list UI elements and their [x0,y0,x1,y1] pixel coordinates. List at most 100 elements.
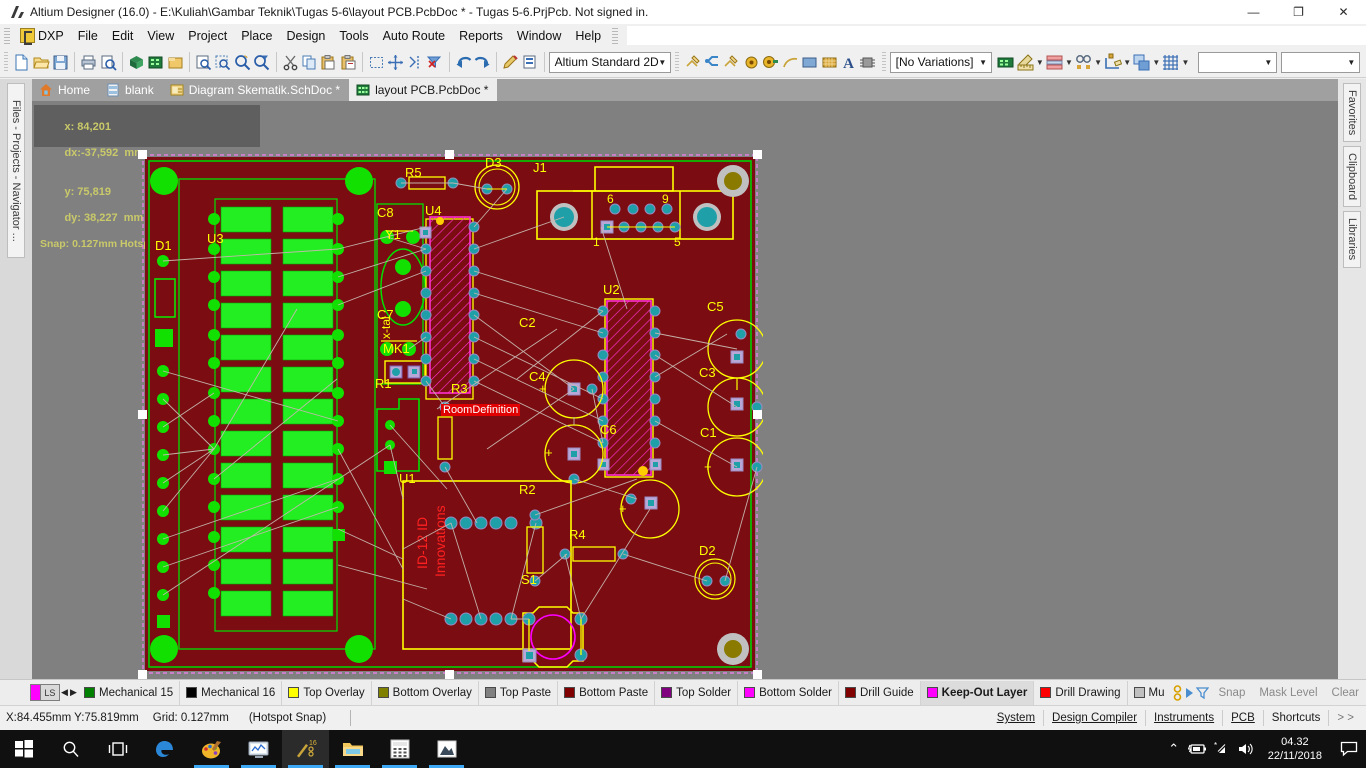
zoom-area-icon[interactable] [213,50,232,74]
paint-button[interactable] [188,730,235,768]
clear-filter-icon[interactable] [425,50,444,74]
doc-tab-home[interactable]: Home [32,79,100,101]
layer-tab-bottom-paste[interactable]: Bottom Paste [558,680,656,705]
paste-special-icon[interactable] [339,50,358,74]
layer-clear-button[interactable]: Clear [1325,687,1366,699]
status-button-instruments[interactable]: Instruments [1146,710,1224,726]
open-project-icon[interactable] [127,50,146,74]
design-rules-dropdown-caret[interactable]: ▼ [1093,51,1103,73]
panel-tab-libraries[interactable]: Libraries [1343,211,1361,268]
zoom-in-icon[interactable] [233,50,252,74]
cross-probe-icon[interactable] [501,50,520,74]
room-definition-label[interactable]: RoomDefinition [441,404,521,416]
layer-tab-mechanical-16[interactable]: Mechanical 16 [180,680,283,705]
menu-item-reports[interactable]: Reports [452,27,510,45]
view-config-combo[interactable]: Altium Standard 2D ▼ [548,51,672,73]
zoom-document-icon[interactable] [194,50,213,74]
move-icon[interactable] [386,50,405,74]
doc-tab-blank[interactable]: blank [99,79,163,101]
pcb-board-icon[interactable] [996,50,1015,74]
place-fill-icon[interactable] [800,50,819,74]
browse-component-icon[interactable] [520,50,539,74]
layer-tab-bottom-overlay[interactable]: Bottom Overlay [372,680,479,705]
photos-button[interactable] [423,730,470,768]
file-explorer-button[interactable] [329,730,376,768]
print-preview-icon[interactable] [99,50,118,74]
selection-handle-bm[interactable] [445,670,454,679]
grid-icon[interactable] [1161,50,1180,74]
interactive-route-icon[interactable] [703,50,722,74]
menu-item-file[interactable]: File [71,27,105,45]
toolbar-grip-2[interactable] [675,52,680,72]
altium-button[interactable]: 16 [282,730,329,768]
place-arc-icon[interactable] [781,50,800,74]
place-component-icon[interactable] [858,50,877,74]
place-polygon-icon[interactable] [819,50,838,74]
measure-dropdown-caret[interactable]: ▼ [1035,51,1045,73]
toolbar-grip-3[interactable] [881,52,886,72]
menu-item-auto-route[interactable]: Auto Route [376,27,453,45]
menu-item-help[interactable]: Help [568,27,608,45]
battery-icon[interactable] [1186,730,1210,768]
menu-item-place[interactable]: Place [234,27,279,45]
place-pad-icon[interactable] [761,50,780,74]
place-line-icon[interactable] [722,50,741,74]
notification-icon[interactable] [1332,730,1366,768]
menu-item-design[interactable]: Design [279,27,332,45]
status-overflow-button[interactable]: > > [1329,710,1362,726]
selection-handle-tr[interactable] [753,150,762,159]
menu-item-edit[interactable]: Edit [105,27,141,45]
layer-color-swatch[interactable]: LS [30,684,60,701]
menu-item-tools[interactable]: Tools [332,27,375,45]
panel-tab-clipboard[interactable]: Clipboard [1343,146,1361,208]
cut-icon[interactable] [280,50,299,74]
menu-grip[interactable] [4,27,10,44]
search-button[interactable] [47,730,94,768]
layer-mask-level-button[interactable]: Mask Level [1252,687,1324,699]
menu-item-window[interactable]: Window [510,27,568,45]
menu-item-view[interactable]: View [140,27,181,45]
place-string-icon[interactable]: A [839,50,858,74]
zoom-filtered-icon[interactable] [252,50,271,74]
layer-stack-icon[interactable] [1045,50,1064,74]
layer-tab-top-paste[interactable]: Top Paste [479,680,559,705]
layer-tab-multi-layer[interactable]: Mu [1128,681,1171,705]
close-button[interactable]: ✕ [1321,0,1366,24]
place-via-icon[interactable] [742,50,761,74]
minimize-button[interactable]: — [1231,0,1276,24]
start-button[interactable] [0,730,47,768]
tray-chevron-icon[interactable]: ⌃ [1162,730,1186,768]
toolbar-grip-1[interactable] [4,52,9,72]
dimension-icon[interactable] [1103,50,1123,74]
doc-tab-pcb[interactable]: layout PCB.PcbDoc * [349,79,498,101]
toolbar-combo-2[interactable]: ▼ [1281,51,1361,73]
print-icon[interactable] [79,50,98,74]
open-document-icon[interactable] [31,50,50,74]
task-view-button[interactable] [94,730,141,768]
project-folder-icon[interactable] [166,50,185,74]
selection-handle-tm[interactable] [445,150,454,159]
wifi-icon[interactable]: * [1210,730,1234,768]
undo-icon[interactable] [453,50,472,74]
align-icon[interactable] [406,50,425,74]
menu-item-dxp[interactable]: DXP [13,26,71,45]
layer-snap-button[interactable]: Snap [1211,687,1252,699]
layer-tab-drill-drawing[interactable]: Drill Drawing [1034,680,1128,705]
selection-handle-ml[interactable] [138,410,147,419]
status-button-design-compiler[interactable]: Design Compiler [1044,710,1147,726]
selection-handle-bl[interactable] [138,670,147,679]
calculator-button[interactable] [376,730,423,768]
layer-tab-bottom-solder[interactable]: Bottom Solder [738,680,839,705]
menu-item-project[interactable]: Project [181,27,234,45]
volume-icon[interactable] [1234,730,1258,768]
taskbar-clock[interactable]: 04.32 22/11/2018 [1258,735,1332,763]
status-button-pcb[interactable]: PCB [1223,710,1264,726]
toolbar-combo-1[interactable]: ▼ [1198,51,1278,73]
layer-tab-keep-out-layer[interactable]: Keep-Out Layer [920,680,1035,705]
layer-tab-mechanical-15[interactable]: Mechanical 15 [78,680,181,705]
new-document-icon[interactable] [12,50,31,74]
save-icon[interactable] [51,50,70,74]
pcb-canvas[interactable]: x: 84,201 dx:-37,592 mm y: 75,819 dy: 38… [32,101,1338,679]
layer-tab-top-overlay[interactable]: Top Overlay [282,680,372,705]
menu-grip-end[interactable] [612,27,619,44]
